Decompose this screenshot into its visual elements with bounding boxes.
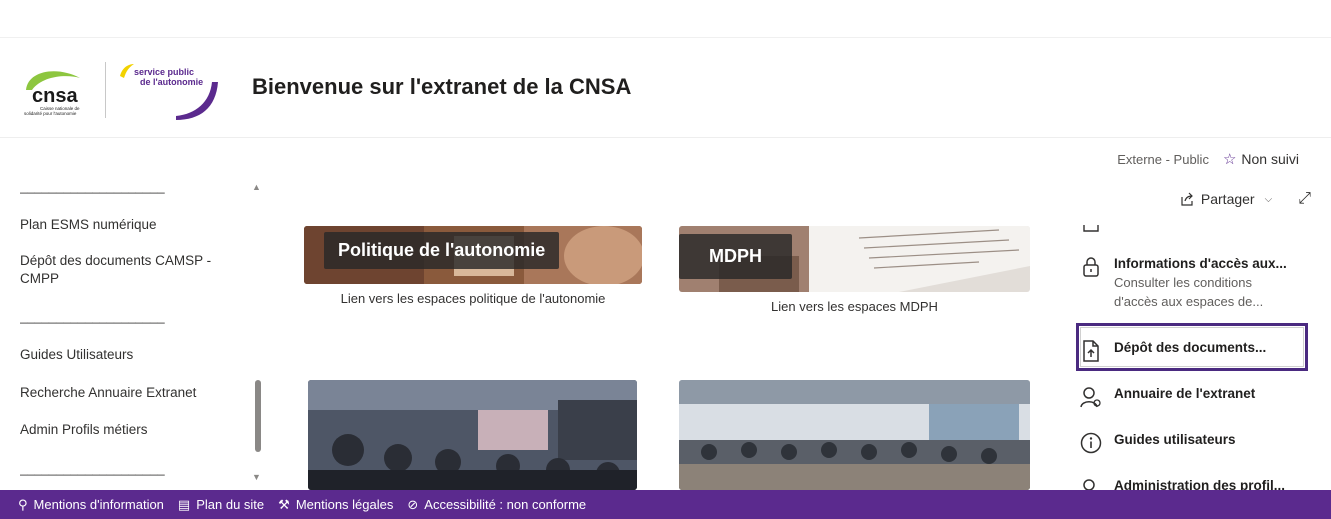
- footer-link-plan-site[interactable]: ▤ Plan du site: [178, 497, 264, 513]
- tile-mdph[interactable]: MDPH: [679, 226, 1030, 292]
- follow-label: Non suivi: [1241, 151, 1299, 167]
- calendar-icon: [1080, 218, 1102, 240]
- tile-caption[interactable]: Lien vers les espaces politique de l'aut…: [304, 291, 642, 306]
- scroll-up-icon[interactable]: ▲: [252, 182, 261, 192]
- footer-link-label: Accessibilité : non conforme: [424, 497, 587, 512]
- tile-event-photo[interactable]: [308, 380, 637, 490]
- photo-image: [308, 380, 637, 490]
- nav-item-plan-esms[interactable]: Plan ESMS numérique: [20, 216, 157, 234]
- footer-link-label: Mentions d'information: [33, 497, 164, 512]
- quick-link-title: Guides utilisateurs: [1114, 432, 1236, 447]
- location-icon: ⚲: [18, 496, 28, 512]
- nav-separator: ____________________: [20, 461, 165, 476]
- gavel-icon: ⚒: [278, 496, 290, 512]
- footer-link-label: Mentions légales: [295, 497, 394, 512]
- follow-button[interactable]: ☆ Non suivi: [1223, 150, 1299, 168]
- logo-divider: [105, 62, 106, 118]
- info-icon: [1080, 432, 1102, 454]
- quick-link-top-partial[interactable]: [1080, 218, 1102, 240]
- top-strip: [0, 0, 1331, 38]
- command-bar: Partager ⌵ ⤢: [1179, 190, 1311, 208]
- quick-link-description: Consulter les conditions d'accès aux esp…: [1114, 275, 1264, 309]
- nav-item-depot-camsp[interactable]: Dépôt des documents CAMSP - CMPP: [20, 252, 235, 288]
- sitemap-icon: ▤: [177, 496, 191, 512]
- quick-link-informations-acces[interactable]: Informations d'accès aux... Consulter le…: [1080, 256, 1299, 311]
- quick-link-title: Informations d'accès aux...: [1114, 256, 1287, 271]
- share-icon: [1181, 192, 1193, 206]
- scroll-thumb[interactable]: [255, 380, 261, 452]
- quick-link-guides[interactable]: Guides utilisateurs: [1080, 432, 1236, 454]
- tile-politique-autonomie[interactable]: Politique de l'autonomie: [304, 226, 642, 284]
- site-footer: ⚲ Mentions d'information ▤ Plan du site …: [0, 490, 1331, 519]
- quick-link-title: Annuaire de l'extranet: [1114, 386, 1256, 401]
- nav-item-admin-profils[interactable]: Admin Profils métiers: [20, 421, 148, 439]
- tile-meeting-photo[interactable]: [679, 380, 1030, 490]
- page-meta: Externe - Public ☆ Non suivi: [1117, 150, 1299, 168]
- lock-icon: [1080, 256, 1102, 278]
- cnsa-logo[interactable]: cnsa Caisse nationale de solidarité pour…: [18, 60, 96, 120]
- classification-label: Externe - Public: [1117, 151, 1209, 167]
- tile-label: MDPH: [679, 234, 792, 279]
- footer-link-mentions-legales[interactable]: ⚒ Mentions légales: [278, 497, 393, 513]
- nav-item-annuaire[interactable]: Recherche Annuaire Extranet: [20, 384, 196, 402]
- svg-text:cnsa: cnsa: [32, 85, 78, 107]
- share-button[interactable]: Partager ⌵: [1179, 191, 1272, 207]
- eye-off-icon: ⊘: [407, 496, 419, 512]
- nav-scrollbar[interactable]: ▲ ▼: [252, 182, 264, 485]
- scroll-down-icon[interactable]: ▼: [252, 472, 261, 482]
- nav-separator: ____________________: [20, 180, 165, 194]
- share-label: Partager: [1200, 191, 1255, 207]
- photo-image: [679, 380, 1030, 490]
- nav-separator: ____________________: [20, 309, 165, 324]
- footer-link-accessibilite[interactable]: ⊘ Accessibilité : non conforme: [407, 497, 586, 513]
- svg-text:de l'autonomie: de l'autonomie: [140, 77, 203, 87]
- footer-link-label: Plan du site: [196, 497, 265, 512]
- chevron-down-icon: ⌵: [1264, 193, 1273, 205]
- tile-caption[interactable]: Lien vers les espaces MDPH: [679, 299, 1030, 314]
- quick-link-annuaire[interactable]: Annuaire de l'extranet: [1080, 386, 1255, 408]
- people-icon: [1080, 386, 1102, 408]
- site-title: Bienvenue sur l'extranet de la CNSA: [252, 74, 632, 99]
- svg-text:service public: service public: [134, 67, 194, 77]
- left-navigation: ____________________ Plan ESMS numérique…: [20, 180, 260, 485]
- expand-icon[interactable]: ⤢: [1298, 190, 1311, 208]
- tile-label: Politique de l'autonomie: [324, 232, 560, 269]
- site-header: cnsa Caisse nationale de solidarité pour…: [0, 38, 1331, 138]
- nav-item-guides[interactable]: Guides Utilisateurs: [20, 346, 133, 364]
- footer-link-mentions-information[interactable]: ⚲ Mentions d'information: [18, 497, 164, 513]
- service-public-logo[interactable]: service public de l'autonomie: [114, 60, 220, 120]
- svg-text:solidarité pour l'autonomie: solidarité pour l'autonomie: [24, 111, 77, 116]
- focus-outline: [1076, 323, 1308, 371]
- star-icon: ☆: [1222, 151, 1237, 168]
